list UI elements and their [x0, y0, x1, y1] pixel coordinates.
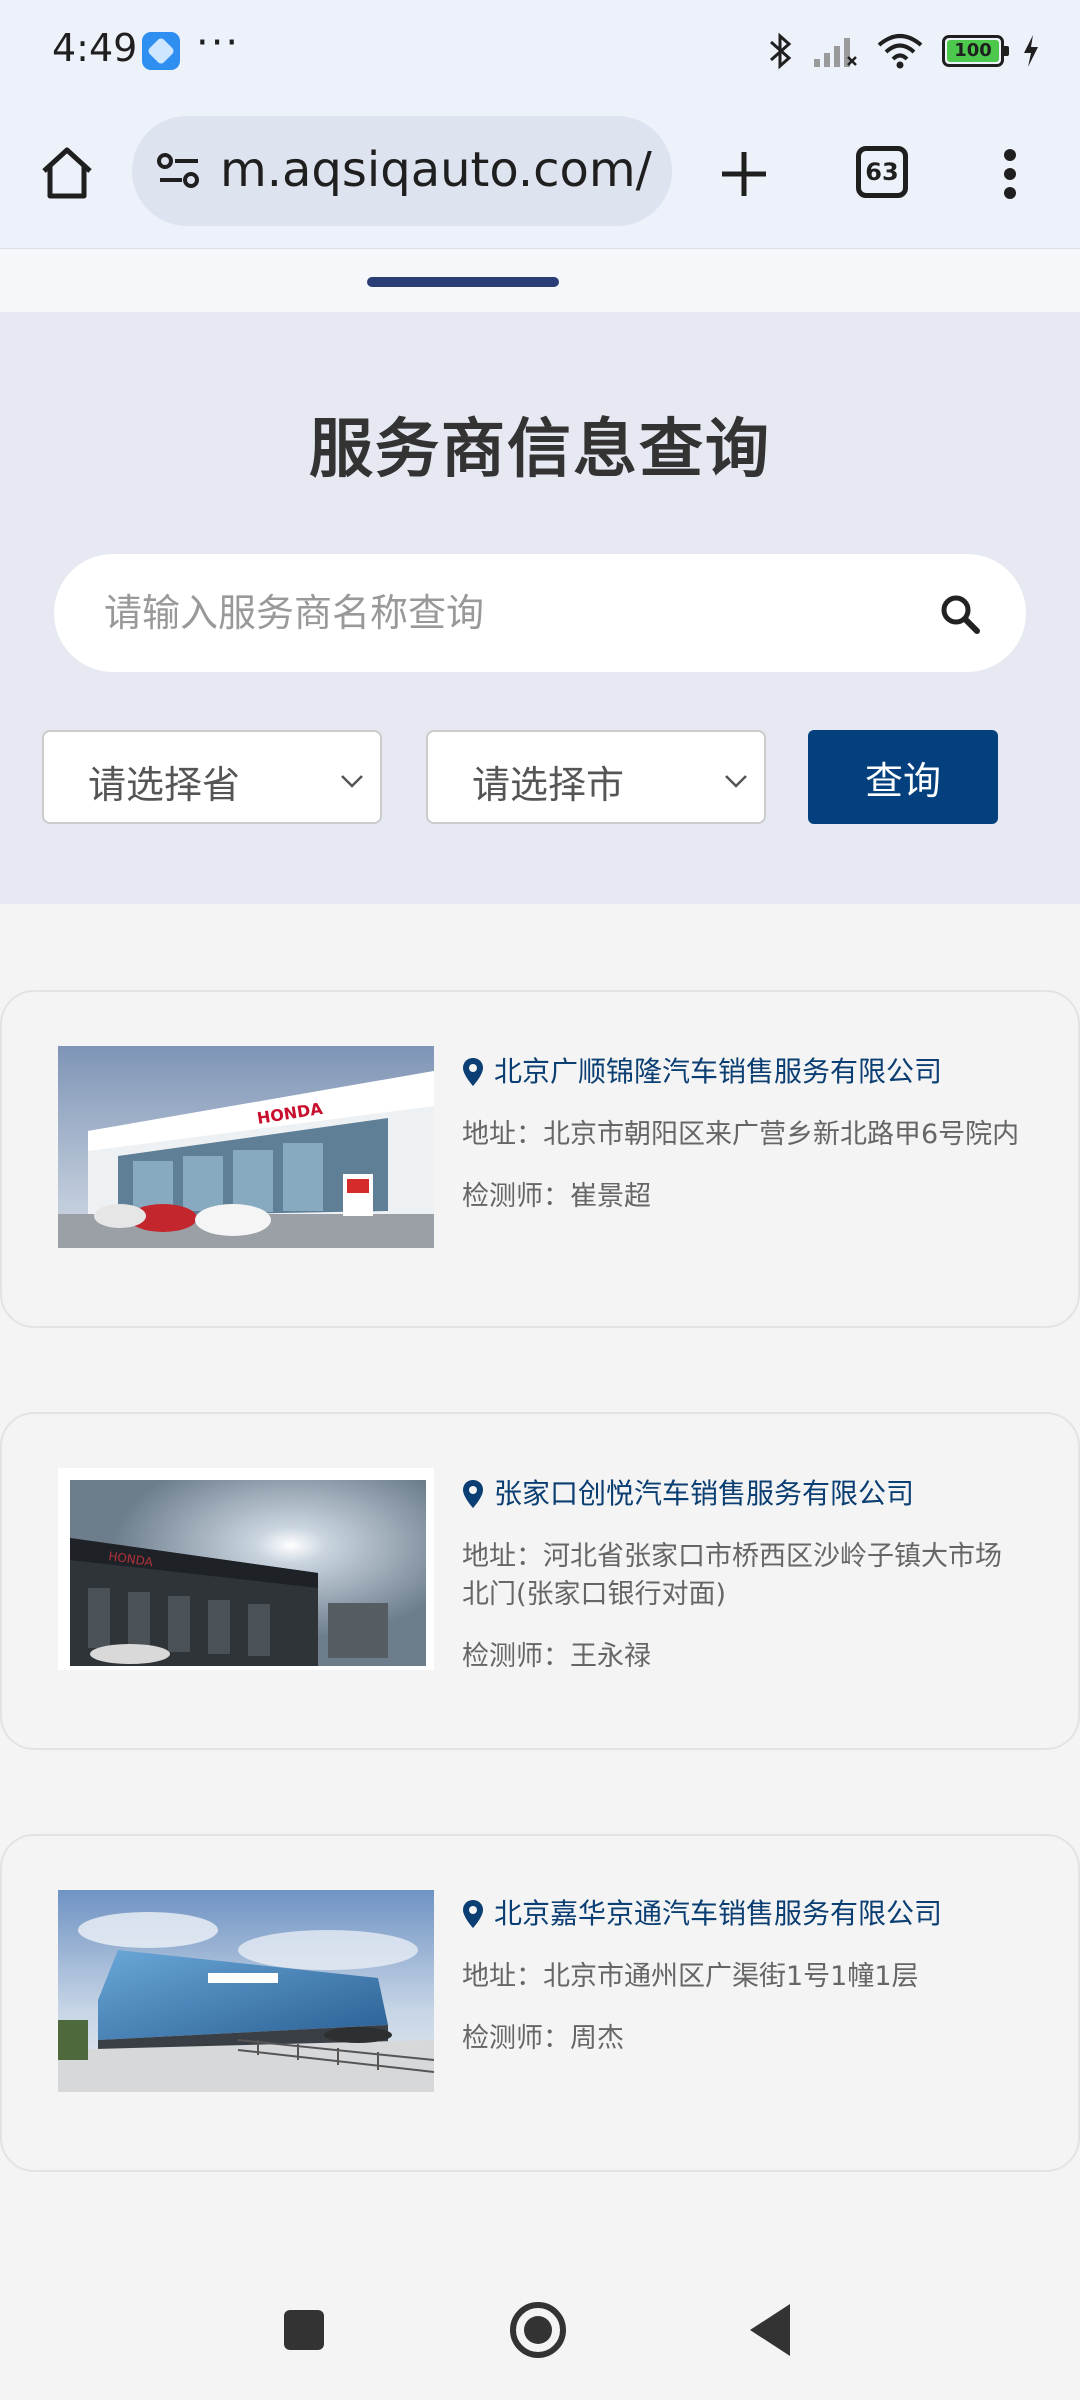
- battery-icon: 100: [942, 35, 1009, 67]
- provider-card[interactable]: 北京嘉华京通汽车销售服务有限公司 地址：北京市通州区广渠街1号1幢1层 检测师：…: [0, 1834, 1080, 2172]
- charging-icon: [1024, 35, 1038, 67]
- home-button[interactable]: [30, 136, 104, 210]
- more-vert-icon: [1004, 149, 1016, 199]
- status-time: 4:49: [52, 26, 138, 70]
- query-button[interactable]: 查询: [808, 730, 998, 824]
- provider-info: 北京嘉华京通汽车销售服务有限公司 地址：北京市通州区广渠街1号1幢1层 检测师：…: [462, 1894, 1022, 2058]
- provider-photo: HONDA: [58, 1046, 434, 1248]
- bluetooth-icon: [770, 32, 792, 70]
- provider-name-link[interactable]: 北京广顺锦隆汽车销售服务有限公司: [462, 1052, 1022, 1092]
- provider-card[interactable]: HONDA 北京广顺锦隆汽车销售服务有限公司 地址：北京市朝阳区来广营乡新北路甲…: [0, 990, 1080, 1328]
- url-text[interactable]: m.aqsiqauto.com/: [220, 142, 652, 198]
- province-select-label: 请选择省: [88, 763, 241, 807]
- wifi-icon: [877, 34, 923, 69]
- tab-switcher-button[interactable]: 63: [856, 146, 908, 198]
- active-tab-indicator: [367, 277, 559, 287]
- location-pin-icon: [463, 1058, 483, 1086]
- provider-photo: [58, 1890, 434, 2092]
- tune-icon: [157, 153, 199, 188]
- address-bar[interactable]: m.aqsiqauto.com/: [132, 116, 672, 226]
- search-box: [54, 554, 1026, 672]
- provider-name: 北京广顺锦隆汽车销售服务有限公司: [494, 1055, 943, 1088]
- chevron-down-icon: [725, 775, 747, 788]
- provider-card[interactable]: HONDA 张家口创悦汽车销售服务有限公司 地址：河北省张家口市桥西区沙岭子镇大…: [0, 1412, 1080, 1750]
- provider-inspector: 检测师：周杰: [462, 2023, 624, 2054]
- system-nav-bar: [0, 2260, 1080, 2400]
- site-tab-nav: [0, 248, 1080, 312]
- provider-photo: HONDA: [58, 1468, 434, 1670]
- plus-icon: [722, 152, 766, 196]
- home-icon: [42, 147, 92, 199]
- browser-menu-button[interactable]: [980, 136, 1040, 212]
- battery-level: 100: [947, 40, 999, 62]
- provider-address: 地址：北京市通州区广渠街1号1幢1层: [462, 1961, 919, 1992]
- chevron-down-icon: [341, 775, 363, 788]
- provider-name: 北京嘉华京通汽车销售服务有限公司: [494, 1897, 943, 1930]
- home-nav-button[interactable]: [510, 2302, 566, 2358]
- new-tab-button[interactable]: [706, 136, 782, 212]
- search-icon[interactable]: [938, 592, 982, 636]
- search-section: 服务商信息查询 请选择省 请选择市 查询: [0, 312, 1080, 904]
- signal-icon: [814, 38, 857, 67]
- provider-info: 张家口创悦汽车销售服务有限公司 地址：河北省张家口市桥西区沙岭子镇大市场北门(张…: [462, 1474, 1022, 1676]
- more-notifications-icon: ···: [196, 20, 241, 66]
- city-select[interactable]: 请选择市: [426, 730, 766, 824]
- city-select-label: 请选择市: [472, 763, 625, 807]
- location-pin-icon: [463, 1480, 483, 1508]
- app-notification-icon: [142, 32, 180, 70]
- recents-button[interactable]: [284, 2310, 324, 2350]
- status-indicators: 100: [768, 28, 1040, 74]
- search-input[interactable]: [104, 554, 884, 672]
- location-pin-icon: [463, 1900, 483, 1928]
- provider-name: 张家口创悦汽车销售服务有限公司: [494, 1477, 915, 1510]
- browser-toolbar: m.aqsiqauto.com/ 63: [0, 100, 1080, 248]
- status-bar: 4:49 ··· 100: [0, 0, 1080, 100]
- provider-inspector: 检测师：崔景超: [462, 1181, 651, 1212]
- site-info-button[interactable]: [152, 146, 206, 196]
- provider-address: 地址：北京市朝阳区来广营乡新北路甲6号院内: [462, 1119, 1020, 1150]
- back-button[interactable]: [750, 2304, 790, 2356]
- provider-info: 北京广顺锦隆汽车销售服务有限公司 地址：北京市朝阳区来广营乡新北路甲6号院内 检…: [462, 1052, 1022, 1216]
- provider-name-link[interactable]: 北京嘉华京通汽车销售服务有限公司: [462, 1894, 1022, 1934]
- provider-address: 地址：河北省张家口市桥西区沙岭子镇大市场北门(张家口银行对面): [462, 1541, 1002, 1610]
- provider-name-link[interactable]: 张家口创悦汽车销售服务有限公司: [462, 1474, 1022, 1514]
- province-select[interactable]: 请选择省: [42, 730, 382, 824]
- page-title: 服务商信息查询: [309, 413, 771, 487]
- provider-inspector: 检测师：王永禄: [462, 1641, 651, 1672]
